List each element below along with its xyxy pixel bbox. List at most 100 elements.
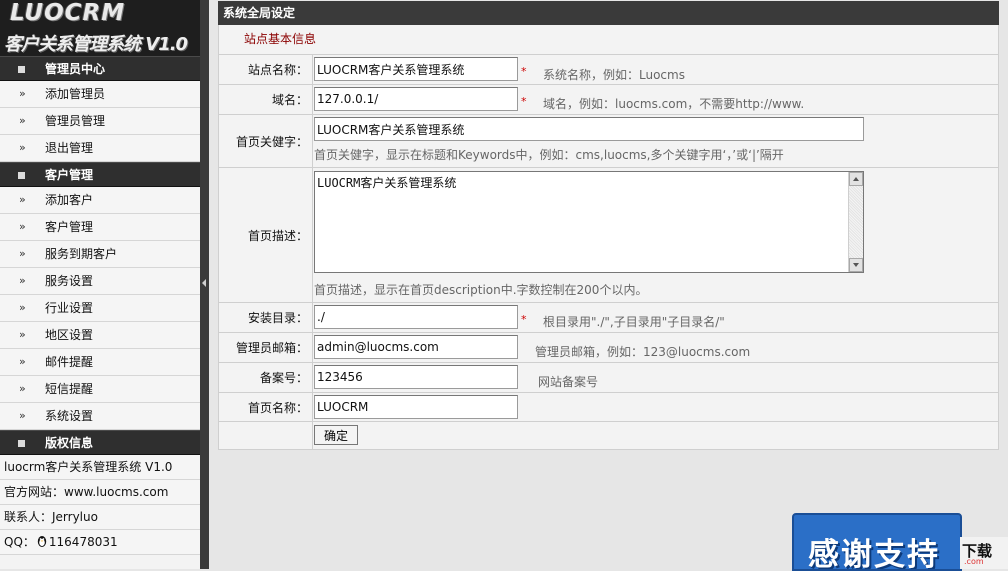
field-label: 首页关健字：: [219, 115, 313, 167]
qq-number: 116478031: [48, 535, 118, 549]
sidebar-section-title: 管理员中心: [45, 62, 106, 76]
sidebar-item-label: 服务设置: [45, 274, 94, 288]
double-chevron-icon: »: [19, 220, 26, 233]
double-chevron-icon: »: [19, 382, 26, 395]
official-website: 官方网站：www.luocms.com: [0, 480, 200, 505]
description-textarea[interactable]: LUOCRM客户关系管理系统: [314, 171, 864, 273]
sidebar-item-logout[interactable]: » 退出管理: [0, 135, 200, 162]
required-mark: *: [521, 95, 527, 108]
sidebar-item-label: 服务到期客户: [45, 247, 118, 261]
field-label: 域名：: [219, 85, 313, 114]
double-chevron-icon: »: [19, 193, 26, 206]
sidebar-section-title: 客户管理: [45, 168, 94, 182]
settings-form: 站点基本信息 站点名称： * 系统名称，例如：Luocms 域名： * 域名，例…: [218, 25, 999, 450]
textarea-scrollbar[interactable]: [848, 172, 863, 272]
sidebar-item-expiring-customers[interactable]: » 服务到期客户: [0, 241, 200, 268]
logo-text: LUOCRM: [10, 0, 126, 26]
double-chevron-icon: »: [19, 114, 26, 127]
field-label: 首页名称：: [219, 393, 313, 421]
row-domain: 域名： * 域名，例如：luocms.com，不需要http://www.: [219, 85, 998, 115]
collapse-arrow-icon[interactable]: [202, 279, 206, 287]
main-panel: 系统全局设定 站点基本信息 站点名称： * 系统名称，例如：Luocms 域名：…: [218, 1, 999, 450]
field-label: 安装目录：: [219, 303, 313, 332]
field-hint: 管理员邮箱，例如：123@luocms.com: [535, 345, 751, 359]
sidebar-item-label: 邮件提醒: [45, 355, 94, 369]
row-icp: 备案号： 网站备案号: [219, 363, 998, 393]
field-label: 管理员邮箱：: [219, 333, 313, 362]
double-chevron-icon: »: [19, 301, 26, 314]
required-mark: *: [521, 313, 527, 326]
row-install-dir: 安装目录： * 根目录用"./",子目录用"子目录名/": [219, 303, 998, 333]
thanks-badge[interactable]: 感谢支持: [792, 513, 962, 571]
sidebar-item-sms-reminder[interactable]: » 短信提醒: [0, 376, 200, 403]
install-dir-input[interactable]: [314, 305, 518, 329]
qq-contact: QQ： 116478031: [0, 530, 200, 555]
website-link[interactable]: www.luocms.com: [64, 485, 168, 499]
sidebar-splitter[interactable]: [200, 0, 209, 569]
sidebar-item-add-admin[interactable]: » 添加管理员: [0, 81, 200, 108]
double-chevron-icon: »: [19, 87, 26, 100]
sidebar-item-label: 行业设置: [45, 301, 94, 315]
double-chevron-icon: »: [19, 141, 26, 154]
sidebar-item-system-settings[interactable]: » 系统设置: [0, 403, 200, 430]
field-label: 备案号：: [219, 363, 313, 392]
section-title: 站点基本信息: [219, 25, 998, 55]
scroll-down-arrow-icon[interactable]: [849, 258, 863, 272]
panel-title: 系统全局设定: [218, 1, 999, 25]
sidebar-item-email-reminder[interactable]: » 邮件提醒: [0, 349, 200, 376]
sidebar-item-add-customer[interactable]: » 添加客户: [0, 187, 200, 214]
double-chevron-icon: »: [19, 409, 26, 422]
square-bullet-icon: [18, 172, 25, 179]
field-label: 首页描述：: [219, 168, 313, 302]
download-domain: .com: [964, 557, 984, 566]
field-label: 站点名称：: [219, 55, 313, 84]
sidebar-section-customer-manage[interactable]: 客户管理: [0, 162, 200, 187]
sidebar-section-title: 版权信息: [45, 436, 94, 450]
website-label: 官方网站：: [4, 485, 65, 499]
logo-subtitle: 客户关系管理系统 V1.0: [4, 34, 188, 55]
sidebar-item-label: 系统设置: [45, 409, 94, 423]
sidebar-item-admin-manage[interactable]: » 管理员管理: [0, 108, 200, 135]
keywords-input[interactable]: [314, 117, 864, 141]
sidebar-item-service-settings[interactable]: » 服务设置: [0, 268, 200, 295]
sidebar-item-region-settings[interactable]: » 地区设置: [0, 322, 200, 349]
scroll-track[interactable]: [849, 186, 863, 258]
row-submit: 确定: [219, 422, 998, 449]
icp-input[interactable]: [314, 365, 518, 389]
sidebar-section-admin-center[interactable]: 管理员中心: [0, 56, 200, 81]
scroll-up-arrow-icon[interactable]: [849, 172, 863, 186]
download-badge[interactable]: 下载 .com: [960, 537, 1008, 569]
domain-input[interactable]: [314, 87, 518, 111]
square-bullet-icon: [18, 66, 25, 73]
double-chevron-icon: »: [19, 274, 26, 287]
product-version: luocrm客户关系管理系统 V1.0: [0, 455, 200, 480]
required-mark: *: [521, 65, 527, 78]
double-chevron-icon: »: [19, 328, 26, 341]
sidebar-item-label: 管理员管理: [45, 114, 106, 128]
sidebar-section-copyright[interactable]: 版权信息: [0, 430, 200, 455]
sidebar-item-label: 添加管理员: [45, 87, 106, 101]
field-hint: 根目录用"./",子目录用"子目录名/": [543, 315, 725, 329]
admin-email-input[interactable]: [314, 335, 518, 359]
field-hint: 域名，例如：luocms.com，不需要http://www.: [543, 97, 805, 111]
sidebar: LUOCRM 客户关系管理系统 V1.0 管理员中心 » 添加管理员 » 管理员管理…: [0, 0, 200, 569]
site-name-input[interactable]: [314, 57, 518, 81]
badge-text: 感谢支持: [808, 537, 940, 571]
sidebar-item-label: 地区设置: [45, 328, 94, 342]
penguin-icon[interactable]: [35, 532, 49, 547]
sidebar-item-industry-settings[interactable]: » 行业设置: [0, 295, 200, 322]
row-description: 首页描述： LUOCRM客户关系管理系统 首页描述，显示在首页descripti…: [219, 168, 998, 303]
field-hint: 系统名称，例如：Luocms: [543, 68, 685, 82]
contact-person: 联系人：Jerryluo: [0, 505, 200, 530]
double-chevron-icon: »: [19, 247, 26, 260]
confirm-button[interactable]: 确定: [314, 425, 359, 445]
sidebar-item-customer-manage[interactable]: » 客户管理: [0, 214, 200, 241]
sidebar-item-label: 客户管理: [45, 220, 94, 234]
field-hint: 首页描述，显示在首页description中.字数控制在200个以内。: [314, 283, 648, 297]
qq-label: QQ：: [4, 535, 35, 549]
square-bullet-icon: [18, 440, 25, 447]
double-chevron-icon: »: [19, 355, 26, 368]
row-admin-email: 管理员邮箱： 管理员邮箱，例如：123@luocms.com: [219, 333, 998, 363]
home-name-input[interactable]: [314, 395, 518, 419]
field-hint: 网站备案号: [538, 375, 599, 389]
